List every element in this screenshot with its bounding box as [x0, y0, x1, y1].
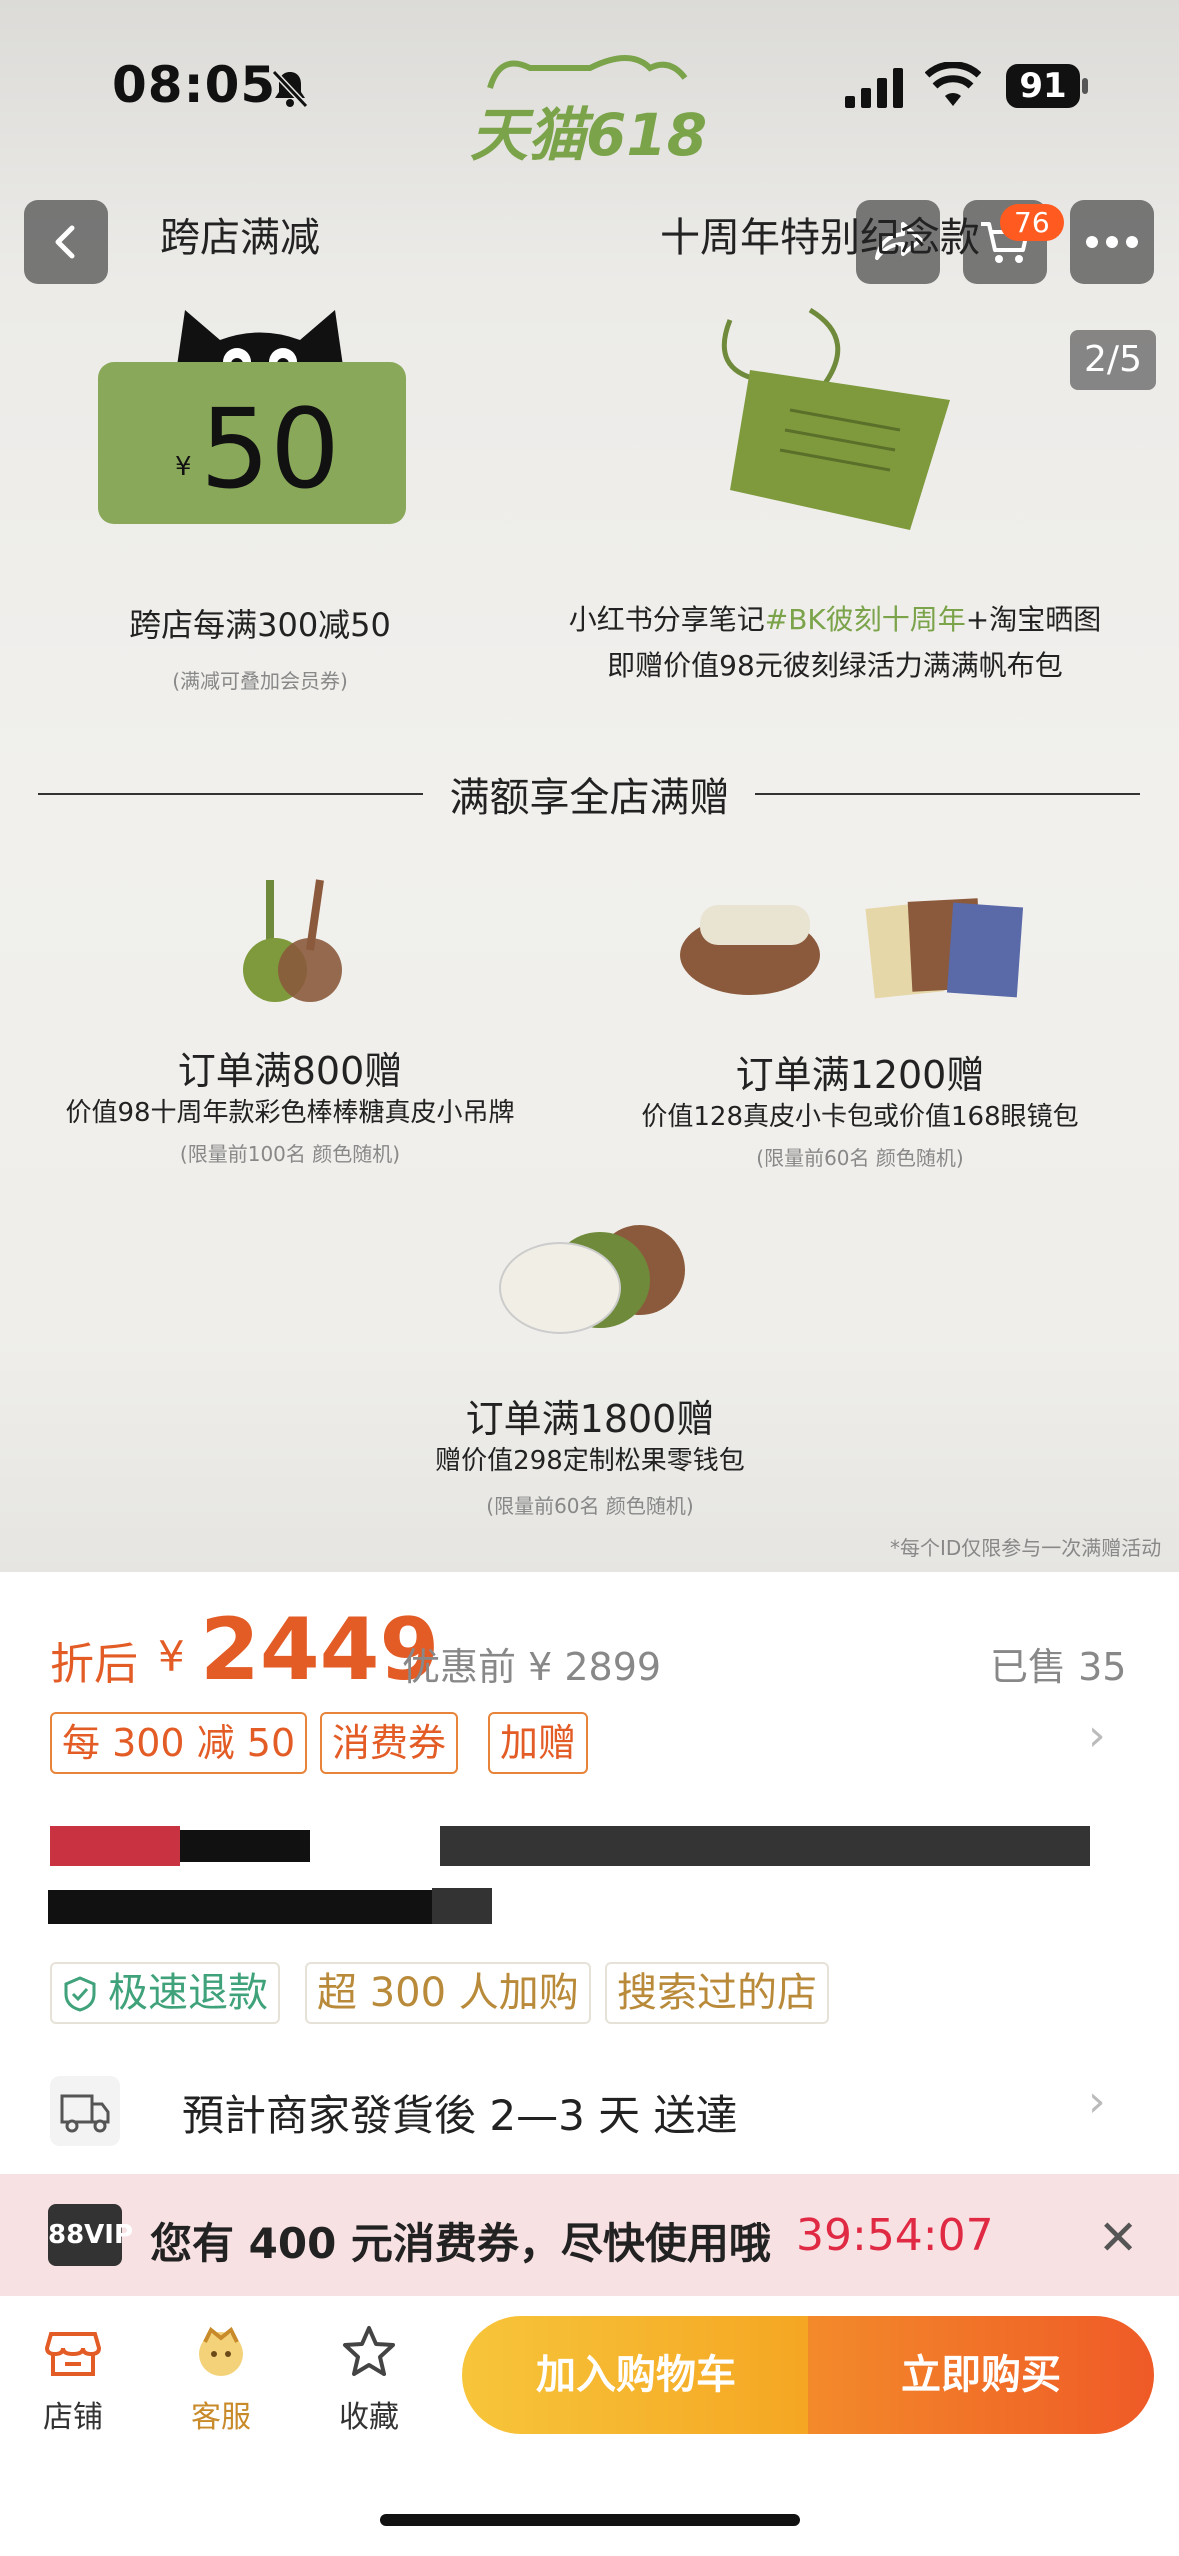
redacted-title-block: [180, 1830, 310, 1862]
service-agent-icon: [199, 2326, 243, 2376]
88vip-badge: 88VIP: [48, 2204, 133, 2266]
after-discount-label: 折后: [50, 1639, 138, 1690]
added-to-cart-tag[interactable]: 超 300 人加购: [305, 1962, 591, 2024]
promo-tag-gift[interactable]: 加赠: [488, 1712, 589, 1774]
promo-right-title: 十周年特别纪念款: [660, 215, 980, 261]
right-promo-desc: 小红书分享笔记#BK彼刻十周年+淘宝晒图: [520, 598, 1150, 638]
right-desc-suffix: +淘宝晒图: [965, 603, 1102, 636]
tmall-618-text: 天猫618: [470, 101, 708, 169]
promo-chevron-right-icon[interactable]: ›: [1088, 1710, 1106, 1761]
gift-1800-title: 订单满1800赠: [465, 1397, 715, 1441]
shipping-row[interactable]: [50, 2076, 120, 2146]
redacted-title-block: [50, 1826, 180, 1866]
fast-refund-tag[interactable]: 极速退款: [50, 1962, 280, 2024]
customer-service-button[interactable]: 客服: [166, 2322, 276, 2436]
favorite-label: 收藏: [339, 2400, 399, 2435]
gift-800-title: 订单满800赠: [177, 1049, 403, 1093]
battery-tip: [1082, 78, 1088, 94]
more-dots-icon: [1086, 236, 1138, 248]
price-currency: ¥: [158, 1632, 185, 1681]
searched-store-tag[interactable]: 搜索过的店: [605, 1962, 829, 2024]
vip-coupon-text: 您有 400 元消费券，尽快使用哦: [150, 2219, 771, 2268]
lollipop-tag-image: [243, 879, 342, 1002]
promo-tag-coupon[interactable]: 消费券: [320, 1712, 459, 1774]
close-icon[interactable]: ✕: [1098, 2210, 1138, 2266]
redacted-title-block: [432, 1888, 492, 1924]
vip-countdown-timer: 39:54:07: [796, 2210, 994, 2261]
battery-indicator: 91: [1006, 64, 1080, 108]
more-options-button[interactable]: [1070, 200, 1154, 284]
right-desc-prefix: 小红书分享笔记: [568, 603, 765, 636]
add-to-cart-button[interactable]: 加入购物车: [462, 2316, 810, 2434]
coupon-currency: ¥: [175, 452, 192, 482]
status-time: 08:05: [112, 56, 277, 114]
right-promo-desc-line2: 即赠价值98元彼刻绿活力满满帆布包: [607, 649, 1063, 682]
favorite-button[interactable]: 收藏: [314, 2322, 424, 2436]
home-indicator[interactable]: [380, 2514, 800, 2526]
sold-count: 已售 35: [990, 1645, 1127, 1689]
shipping-chevron-right-icon[interactable]: ›: [1088, 2076, 1106, 2127]
gift-1200-desc: 价值128真皮小卡包或价值168眼镜包: [641, 1102, 1079, 1132]
gift-section-title: 满额享全店满赠: [449, 775, 730, 821]
shield-check-icon: [64, 1976, 96, 2012]
cardholder-glasscase-image: [680, 898, 1024, 999]
silent-bell-icon: [271, 69, 309, 109]
buy-now-button[interactable]: 立即购买: [808, 2316, 1154, 2434]
coupon-value: 50: [200, 385, 340, 513]
gift-1200-note: (限量前60名 颜色随机): [756, 1146, 964, 1170]
gift-800-note: (限量前100名 颜色随机): [179, 1142, 401, 1166]
wifi-icon: [925, 62, 981, 106]
gift-1800-desc: 赠价值298定制松果零钱包: [435, 1446, 745, 1476]
fast-refund-label: 极速退款: [108, 1970, 268, 2016]
shop-button[interactable]: 店铺: [18, 2322, 128, 2436]
chevron-left-icon: [55, 225, 75, 259]
right-desc-hashtag: #BK彼刻十周年: [764, 603, 966, 636]
shipping-estimate[interactable]: 預計商家發貨後 2—3 天 送達: [182, 2082, 738, 2143]
tote-bag-image: [721, 307, 950, 530]
cart-count-badge: 76: [1000, 204, 1064, 241]
promo-tag-discount[interactable]: 每 300 减 50: [50, 1712, 308, 1774]
gift-footnote: *每个ID仅限参与一次满赠活动: [890, 1536, 1162, 1560]
redacted-title-block: [48, 1890, 488, 1924]
redacted-title-block: [440, 1826, 1090, 1866]
cellular-signal-icon: [845, 68, 903, 108]
truck-icon: [60, 2094, 110, 2133]
pinecone-coin-purse-image: [499, 1225, 685, 1334]
gift-1800-note: (限量前60名 颜色随机): [486, 1494, 694, 1518]
left-promo-note: (满减可叠加会员券): [172, 669, 348, 693]
back-button[interactable]: [24, 200, 108, 284]
gift-1200-title: 订单满1200赠: [735, 1053, 985, 1097]
service-label: 客服: [191, 2400, 251, 2435]
gift-800-desc: 价值98十周年款彩色棒棒糖真皮小吊牌: [65, 1098, 515, 1128]
star-icon: [343, 2326, 395, 2376]
original-price: 优惠前 ¥ 2899: [402, 1645, 662, 1689]
shop-label: 店铺: [43, 2400, 103, 2435]
left-promo-desc: 跨店每满300减50: [129, 606, 391, 644]
store-icon: [44, 2332, 102, 2376]
image-page-indicator: 2/5: [1070, 330, 1156, 390]
promo-left-title: 跨店满减: [160, 215, 320, 261]
